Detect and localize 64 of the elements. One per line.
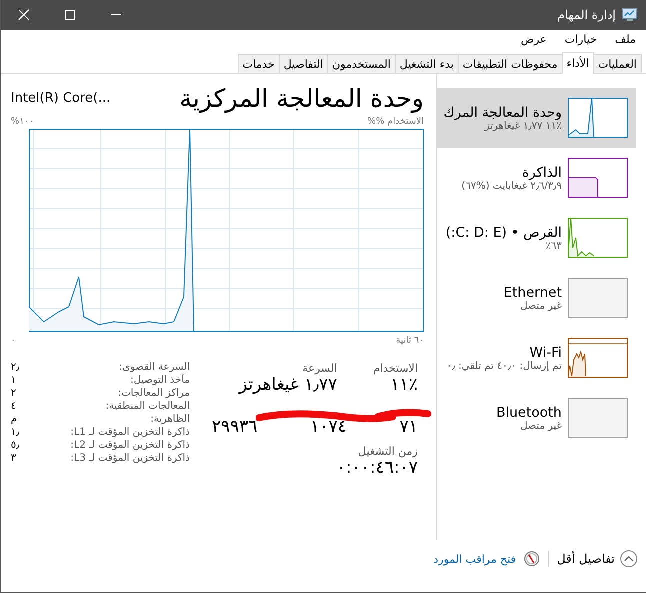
sidebar-item[interactable]: الذاكرة ٢٫٦/٣٫٩ غيغابايت (%٦٧) — [437, 148, 636, 208]
stat-value: ٠:٠٠:٤٦:٠٧ — [336, 458, 418, 478]
stat-value: ٧١ — [400, 417, 418, 437]
monitor-icon — [622, 8, 638, 22]
spec-label: ذاكرة التخزين المؤقت لـ L2: — [70, 440, 190, 451]
resource-detail: تم إرسال: ٤٠٫٠ تم تلقي: ٠٫ — [446, 360, 562, 372]
stat-value: ٢٩٩٣٦ — [212, 417, 258, 437]
spec-label: الظاهرية: — [150, 414, 190, 425]
fewer-details-button[interactable]: تفاصيل أقل — [557, 550, 638, 568]
resource-name: الذاكرة — [521, 164, 562, 180]
resource-detail: ٢٫٦/٣٫٩ غيغابايت (%٦٧) — [460, 180, 562, 192]
spec-label: السرعة القصوى: — [119, 362, 190, 373]
spec-value: ٣ — [11, 453, 16, 464]
resource-name: Wi-Fi — [528, 344, 562, 360]
tab[interactable]: الأداء — [562, 52, 594, 74]
close-icon — [18, 9, 30, 21]
axis-max: ١٠٠% — [11, 117, 34, 127]
sidebar-item[interactable]: القرص • (C: D: E:) ٦٣٪ — [437, 208, 636, 268]
window-title: إدارة المهام — [558, 8, 616, 22]
stat-value: ١٫٧٧ غيغاهرتز — [239, 375, 338, 395]
sidebar-item[interactable]: وحدة المعالجة المرك ٪١١ ١٫٧٧ غيغاهرتز — [437, 88, 636, 148]
stat-value: ١٠٧٤ — [310, 417, 347, 437]
resource-name: Bluetooth — [495, 404, 562, 420]
spec-label: ذاكرة التخزين المؤقت لـ L1: — [70, 427, 190, 438]
axis-label: ٦٠ ثانية — [396, 336, 424, 346]
menu-item[interactable]: خيارات — [562, 33, 600, 52]
tab[interactable]: التفاصيل — [278, 54, 328, 73]
maximize-icon — [64, 9, 76, 21]
axis-label: الاستخدام %% — [368, 117, 424, 127]
stat-label: السرعة — [302, 362, 338, 375]
resource-name: Ethernet — [502, 284, 562, 300]
processor-model: Intel(R) Core(... — [11, 91, 111, 106]
resource-name: وحدة المعالجة المرك — [442, 104, 562, 120]
menu-item[interactable]: ملف — [613, 33, 638, 52]
tab[interactable]: خدمات — [238, 54, 280, 73]
stat-value: ٪١١ — [390, 375, 418, 395]
resource-monitor-link[interactable]: فتح مراقب المورد — [434, 552, 516, 566]
tab[interactable]: المستخدمون — [327, 54, 396, 73]
tab[interactable]: بدء التشغيل — [394, 54, 459, 73]
resource-detail: غير متصل — [519, 300, 562, 312]
menu-item[interactable]: عرض — [518, 33, 549, 52]
chevron-up-icon — [620, 550, 638, 568]
resource-detail: غير متصل — [519, 420, 562, 432]
resource-detail: ٦٣٪ — [544, 240, 562, 252]
spec-value: ٢٫ — [11, 362, 20, 373]
spec-label: المعالجات المنطقية: — [106, 401, 190, 412]
resource-name: القرص • (C: D: E:) — [444, 224, 562, 240]
spec-value: ١٫ — [11, 427, 20, 438]
spec-value: ٥٫ — [11, 440, 20, 451]
spec-label: مراكز المعالجات: — [118, 388, 190, 399]
tab[interactable]: محفوظات التطبيقات — [458, 54, 563, 73]
gauge-icon — [524, 551, 540, 567]
spec-value: ٤ — [11, 401, 16, 412]
spec-label: ذاكرة التخزين المؤقت لـ L3: — [70, 453, 190, 464]
axis-min: ٠ — [11, 336, 16, 346]
tab[interactable]: العمليات — [593, 54, 642, 73]
spec-value: ٢ — [11, 388, 16, 399]
stat-label: الاستخدام — [373, 362, 418, 375]
spec-value: م — [11, 414, 18, 425]
stat-label: زمن التشغيل — [357, 445, 418, 458]
spec-label: مآخذ التوصيل: — [130, 375, 190, 386]
resource-detail: ٪١١ ١٫٧٧ غيغاهرتز — [484, 120, 562, 132]
page-title: وحدة المعالجة المركزية — [180, 84, 424, 113]
spec-value: ١ — [11, 375, 16, 386]
